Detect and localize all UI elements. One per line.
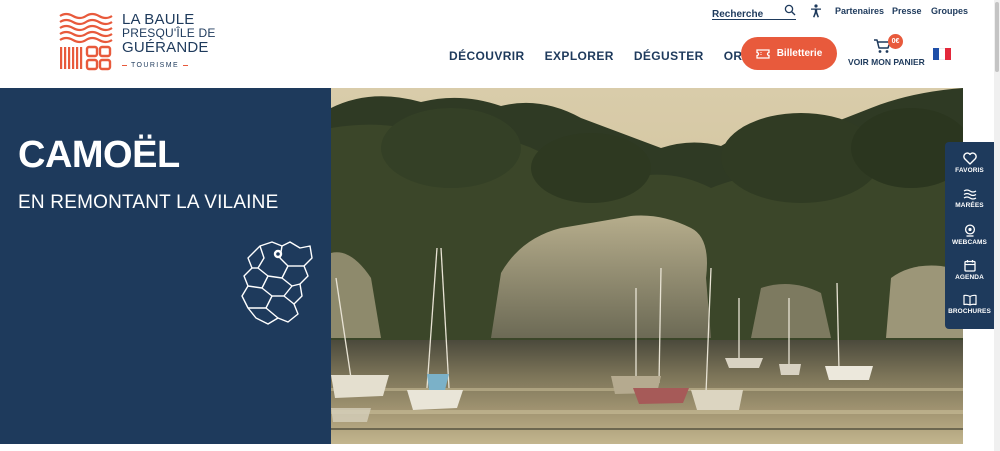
side-item-label: AGENDA <box>955 274 984 281</box>
logo-line-3: GUÉRANDE <box>122 39 209 56</box>
logo-wordmark: LA BAULE PRESQU'ÎLE DE GUÉRANDE TOURISME <box>122 12 216 69</box>
ticket-icon <box>756 48 770 59</box>
search-input[interactable] <box>712 7 782 22</box>
logo-tagline: TOURISME <box>122 62 216 69</box>
site-header: LA BAULE PRESQU'ÎLE DE GUÉRANDE TOURISME… <box>0 0 1000 88</box>
side-item-label: WEBCAMS <box>951 239 987 246</box>
side-toolbar: FAVORIS MARÉES WEBCAMS AGENDA BROCHURES <box>945 142 994 329</box>
heart-icon <box>962 152 977 165</box>
side-item-agenda[interactable]: AGENDA <box>945 259 994 281</box>
side-item-brochures[interactable]: BROCHURES <box>945 294 994 315</box>
search-icon[interactable] <box>784 4 796 16</box>
side-item-webcams[interactable]: WEBCAMS <box>945 224 994 246</box>
ticket-button-label: Billetterie <box>776 48 823 59</box>
waves-icon <box>963 189 976 200</box>
hero-subtitle: EN REMONTANT LA VILAINE <box>18 192 279 213</box>
logo-sub-label: TOURISME <box>131 62 180 69</box>
partenaires-link[interactable]: Partenaires <box>835 6 884 16</box>
hero-title: CAMOËL <box>18 134 180 176</box>
nav-item-deguster[interactable]: DÉGUSTER <box>634 49 704 65</box>
side-item-marees[interactable]: MARÉES <box>945 188 994 209</box>
presse-link[interactable]: Presse <box>892 6 922 16</box>
book-icon <box>962 294 977 306</box>
ticket-button[interactable]: Billetterie <box>741 37 837 70</box>
nav-item-explorer[interactable]: EXPLORER <box>545 49 614 65</box>
side-item-favoris[interactable]: FAVORIS <box>945 152 994 174</box>
hero-photo-image <box>331 88 963 444</box>
territory-map-icon <box>241 241 313 325</box>
cart-label: VOIR MON PANIER <box>848 57 925 67</box>
utility-bar: Partenaires Presse Groupes <box>712 4 972 22</box>
site-logo[interactable]: LA BAULE PRESQU'ÎLE DE GUÉRANDE TOURISME <box>58 12 216 72</box>
calendar-icon <box>963 260 976 272</box>
cart-button[interactable]: 0€ VOIR MON PANIER <box>848 34 925 70</box>
waves-and-marsh-grid-logo-icon <box>59 12 113 71</box>
french-flag-icon[interactable] <box>933 48 951 60</box>
hero-photo-sailboats <box>331 88 963 444</box>
groupes-link[interactable]: Groupes <box>931 6 968 16</box>
side-item-label: MARÉES <box>955 202 984 209</box>
webcam-icon <box>964 224 975 237</box>
logo-dash-right <box>183 65 189 66</box>
logo-line-1: LA BAULE <box>122 11 195 28</box>
page-scrollbar[interactable] <box>994 0 1000 451</box>
cart-badge: 0€ <box>888 34 903 49</box>
search-field <box>712 4 796 22</box>
side-item-label: FAVORIS <box>955 167 984 174</box>
logo-dash-left <box>122 65 127 66</box>
nav-item-decouvrir[interactable]: DÉCOUVRIR <box>449 49 525 65</box>
accessibility-person-icon[interactable] <box>810 4 822 18</box>
side-item-label: BROCHURES <box>948 308 991 315</box>
scrollbar-thumb[interactable] <box>995 2 999 72</box>
